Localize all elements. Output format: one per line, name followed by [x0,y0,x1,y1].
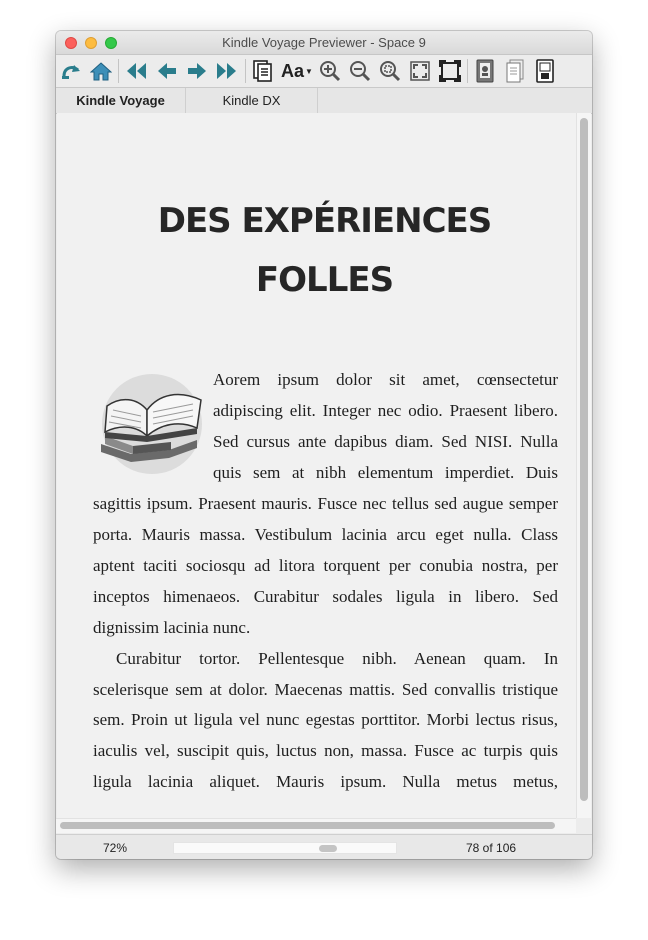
text-line: sem. Proin ut ligula vel nunc egestas po… [93,710,558,729]
tab-kindle-dx[interactable]: Kindle DX [186,88,318,113]
zoom-out-icon[interactable] [347,58,373,84]
rotate-icon[interactable] [58,58,84,84]
text-line: quis sem at nibh elementum imperdiet. Du… [213,463,558,482]
text-line: Curabitur tortor. Pellentesque nibh. Aen… [116,649,558,668]
chevron-down-icon: ▼ [305,66,313,76]
cover-icon[interactable] [472,58,498,84]
page-indicator: 78 of 106 [466,841,517,855]
previous-page-icon[interactable] [154,58,180,84]
window-title: Kindle Voyage Previewer - Space 9 [222,35,426,50]
horizontal-scrollbar-thumb[interactable] [60,822,555,829]
status-bar: 72% 78 of 106 [56,834,592,859]
tab-kindle-voyage[interactable]: Kindle Voyage [56,88,186,113]
reading-progress-knob[interactable] [319,845,337,852]
reading-progress-slider[interactable] [173,842,397,854]
document-icon[interactable] [250,58,276,84]
horizontal-scrollbar[interactable] [56,818,576,833]
fit-page-icon[interactable] [407,58,433,84]
title-bar: Kindle Voyage Previewer - Space 9 [56,31,592,55]
text-line: Aorem ipsum dolor sit amet, cœnsectetur [213,370,558,389]
text-line: ligula lacinia aliquet. Mauris ipsum. Nu… [93,772,558,791]
book-page: DES EXPÉRIENCES FOLLES Aorem ipsum dolor… [57,113,576,818]
device-icon[interactable] [532,58,558,84]
text-line: sagittis ipsum. Praesent mauris. Fusce n… [93,494,558,513]
zoom-in-icon[interactable] [317,58,343,84]
chapter-title-line-1: DES EXPÉRIENCES [157,201,493,241]
home-icon[interactable] [88,58,114,84]
text-line: Sed cursus ante dapibus diam. Sed NISI. … [213,432,558,451]
text-line: dignissim lacinia nunc. [93,618,251,637]
last-page-icon[interactable] [214,58,240,84]
zoom-fit-icon[interactable] [377,58,403,84]
text-line: iaculis vel, suscipit quis, luctus non, … [93,741,558,760]
full-screen-icon[interactable] [437,58,463,84]
chapter-title-line-2: FOLLES [255,260,394,300]
device-tabs: Kindle Voyage Kindle DX [56,88,592,114]
toolbar: Aa ▼ [56,55,592,88]
next-page-icon[interactable] [184,58,210,84]
text-line: adipiscing elit. Integer nec odio. Praes… [213,401,558,420]
font-settings-label: Aa [281,60,305,81]
vertical-scrollbar-thumb[interactable] [580,118,588,801]
text-line: scelerisque sem at dolor. Maecenas matti… [93,680,558,699]
previewer-window: Kindle Voyage Previewer - Space 9 Aa ▼ K… [56,31,592,859]
text-line: inceptos himenaeos. Curabitur sodales li… [93,587,558,606]
open-book-illustration [101,374,202,474]
vertical-scrollbar[interactable] [576,113,591,818]
page-view-icon[interactable] [502,58,528,84]
first-page-icon[interactable] [123,58,149,84]
text-line: porta. Mauris massa. Vestibulum lacinia … [93,525,558,544]
font-settings-icon[interactable]: Aa ▼ [280,58,314,84]
text-line: aptent taciti sociosqu ad litora torquen… [93,556,558,575]
zoom-level: 72% [103,841,128,855]
